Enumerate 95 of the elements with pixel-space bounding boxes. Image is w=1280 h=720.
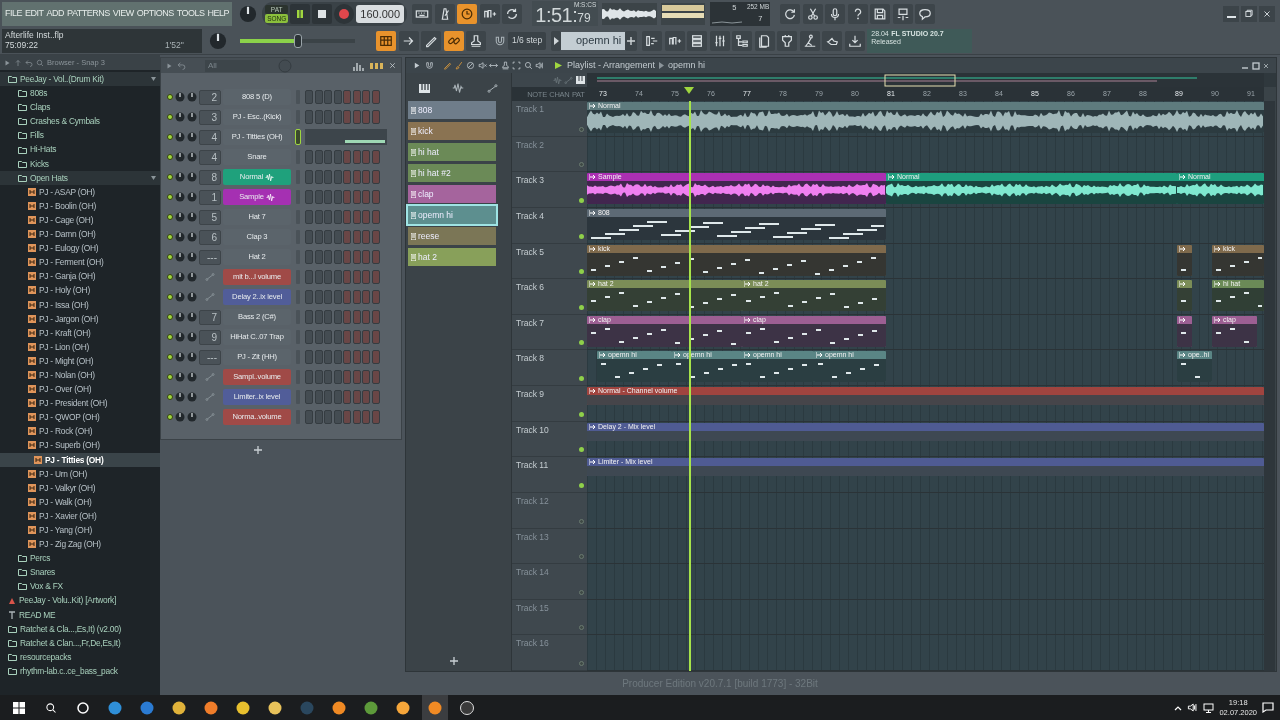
track-name[interactable]: Track 16 bbox=[516, 638, 549, 649]
mixer-track-number[interactable]: 9 bbox=[199, 329, 221, 345]
mixer-track-number[interactable]: 5 bbox=[199, 209, 221, 225]
sample-item[interactable]: PJ - Xavier (OH) bbox=[0, 508, 160, 523]
mixer-track-number[interactable]: 7 bbox=[199, 309, 221, 325]
track-name[interactable]: Track 15 bbox=[516, 602, 549, 613]
sample-item[interactable]: PJ - President (OH) bbox=[0, 396, 160, 411]
track-name[interactable]: Track 14 bbox=[516, 567, 549, 578]
playlist-pattern-name: opemn hi bbox=[668, 60, 706, 71]
sample-item[interactable]: PJ - Ganja (OH) bbox=[0, 269, 160, 284]
pattern-item[interactable]: 808 bbox=[408, 101, 496, 119]
sample-item[interactable]: PJ - Superb (OH) bbox=[0, 438, 160, 453]
sample-item[interactable]: PJ - Holy (OH) bbox=[0, 283, 160, 298]
mixer-track-number[interactable]: --- bbox=[199, 249, 221, 265]
browser-item[interactable]: PeeJay - Vol..(Drum Kit) bbox=[0, 72, 160, 87]
browser-item[interactable]: Open Hats bbox=[0, 170, 160, 185]
browser-item[interactable]: Kicks bbox=[0, 156, 160, 171]
mixer-track-number[interactable]: 2 bbox=[199, 89, 221, 105]
sample-item[interactable]: PJ - Nolan (OH) bbox=[0, 367, 160, 383]
pattern-item[interactable]: reese bbox=[408, 227, 496, 245]
sample-item[interactable]: PJ - Over (OH) bbox=[0, 382, 160, 397]
track-name[interactable]: Track 10 bbox=[516, 424, 549, 435]
menu-item[interactable]: TOOLS bbox=[176, 8, 205, 19]
track-name[interactable]: Track 9 bbox=[516, 389, 545, 399]
sample-item[interactable]: PJ - Titties (OH) bbox=[0, 452, 160, 467]
mixer-track-number[interactable]: 8 bbox=[199, 169, 221, 185]
mixer-track-number[interactable]: 6 bbox=[199, 229, 221, 245]
sample-item[interactable]: PJ - Cage (OH) bbox=[0, 212, 160, 228]
menu-item[interactable]: EDIT bbox=[25, 8, 44, 19]
sample-item[interactable]: PJ - Zig Zag (OH) bbox=[0, 537, 160, 552]
sample-item[interactable]: PJ - Urn (OH) bbox=[0, 466, 160, 481]
menu-item[interactable]: HELP bbox=[207, 8, 230, 19]
track-name[interactable]: Track 5 bbox=[516, 246, 545, 257]
browser-item[interactable]: Hi-Hats bbox=[0, 142, 160, 157]
pattern-item[interactable]: opemn hi bbox=[408, 206, 496, 224]
browser-item[interactable]: Vox & FX bbox=[0, 579, 160, 594]
browser-item[interactable]: Percs bbox=[0, 551, 160, 566]
browser-item[interactable]: PeeJay - Volu..Kit) [Artwork] bbox=[0, 593, 160, 608]
browser-item[interactable]: Ratchet & Cla...,Es,It) (v2.00) bbox=[0, 621, 160, 636]
sample-item[interactable]: PJ - Yang (OH) bbox=[0, 523, 160, 538]
sample-item[interactable]: PJ - Damn (OH) bbox=[0, 227, 160, 242]
track-name[interactable]: Track 13 bbox=[516, 531, 549, 542]
sample-item[interactable]: PJ - QWOP (OH) bbox=[0, 410, 160, 425]
sample-item[interactable]: PJ - Kraft (OH) bbox=[0, 325, 160, 340]
browser-item[interactable]: Ratchet & Clan...,Fr,De,Es,It) bbox=[0, 635, 160, 650]
sample-item[interactable]: PJ - Lion (OH) bbox=[0, 339, 160, 354]
track-name[interactable]: Track 7 bbox=[516, 317, 545, 328]
track-name[interactable]: Track 6 bbox=[516, 282, 545, 293]
snap-dropdown[interactable]: 1/6 step bbox=[508, 31, 547, 50]
pattern-item[interactable]: clap bbox=[408, 185, 496, 203]
menu-item[interactable]: ADD bbox=[46, 8, 65, 19]
menu-item[interactable]: OPTIONS bbox=[136, 8, 174, 19]
sample-item[interactable]: PJ - Eulogy (OH) bbox=[0, 241, 160, 256]
song-position: 75:09:22 bbox=[5, 39, 39, 50]
browser-item[interactable]: Snares bbox=[0, 565, 160, 580]
sample-item[interactable]: PJ - ASAP (OH) bbox=[0, 184, 160, 199]
sample-item[interactable]: PJ - Boolin (OH) bbox=[0, 198, 160, 213]
track-name[interactable]: Track 3 bbox=[516, 175, 545, 186]
pattern-item[interactable]: hi hat #2 bbox=[408, 164, 496, 182]
track-name[interactable]: Track 2 bbox=[516, 139, 545, 150]
track-name[interactable]: Track 11 bbox=[516, 460, 549, 471]
mixer-track-number[interactable]: 1 bbox=[199, 189, 221, 205]
track-name[interactable]: Track 1 bbox=[516, 104, 545, 114]
centiseconds-readout: 79 bbox=[577, 10, 591, 26]
browser-item[interactable]: Claps bbox=[0, 100, 160, 115]
mixer-track-number[interactable]: 3 bbox=[199, 109, 221, 125]
track-name[interactable]: Track 8 bbox=[516, 353, 545, 364]
sample-item[interactable]: PJ - Rock (OH) bbox=[0, 424, 160, 439]
browser-item[interactable]: Fills bbox=[0, 128, 160, 143]
song-length: 1'52'' bbox=[164, 40, 184, 51]
mixer-track-number[interactable]: 4 bbox=[199, 149, 221, 165]
sample-item[interactable]: PJ - Valkyr (OH) bbox=[0, 480, 160, 495]
sample-item[interactable]: PJ - Issa (OH) bbox=[0, 297, 160, 312]
browser-item[interactable]: Crashes & Cymbals bbox=[0, 114, 160, 129]
sample-item[interactable]: PJ - Jargon (OH) bbox=[0, 311, 160, 326]
menu-item[interactable]: VIEW bbox=[112, 8, 134, 19]
track-name[interactable]: Track 4 bbox=[516, 210, 545, 221]
track-name[interactable]: Track 12 bbox=[516, 495, 549, 506]
menu-item[interactable]: PATTERNS bbox=[67, 8, 110, 19]
sample-item[interactable]: PJ - Walk (OH) bbox=[0, 494, 160, 509]
browser-item[interactable]: resourcepacks bbox=[0, 649, 160, 664]
pattern-item[interactable]: kick bbox=[408, 122, 496, 140]
menu-item[interactable]: FILE bbox=[5, 8, 22, 19]
mixer-track-number[interactable]: --- bbox=[199, 349, 221, 365]
playlist-title: Playlist - Arrangement bbox=[567, 60, 656, 71]
sample-item[interactable]: PJ - Might (OH) bbox=[0, 353, 160, 368]
browser-item[interactable]: READ ME bbox=[0, 607, 160, 622]
pattern-selector[interactable]: opemn hi bbox=[561, 31, 626, 50]
browser-item[interactable]: rhythm-lab.c..ce_bass_pack bbox=[0, 663, 160, 679]
browser-item[interactable]: 808s bbox=[0, 86, 160, 101]
file-name: Afterlife Inst..flp bbox=[5, 29, 64, 40]
mixer-track-number[interactable]: 4 bbox=[199, 129, 221, 145]
sample-item[interactable]: PJ - Ferment (OH) bbox=[0, 255, 160, 270]
pattern-item[interactable]: hi hat bbox=[408, 143, 496, 161]
tempo-field[interactable]: 160.000 bbox=[356, 4, 405, 23]
